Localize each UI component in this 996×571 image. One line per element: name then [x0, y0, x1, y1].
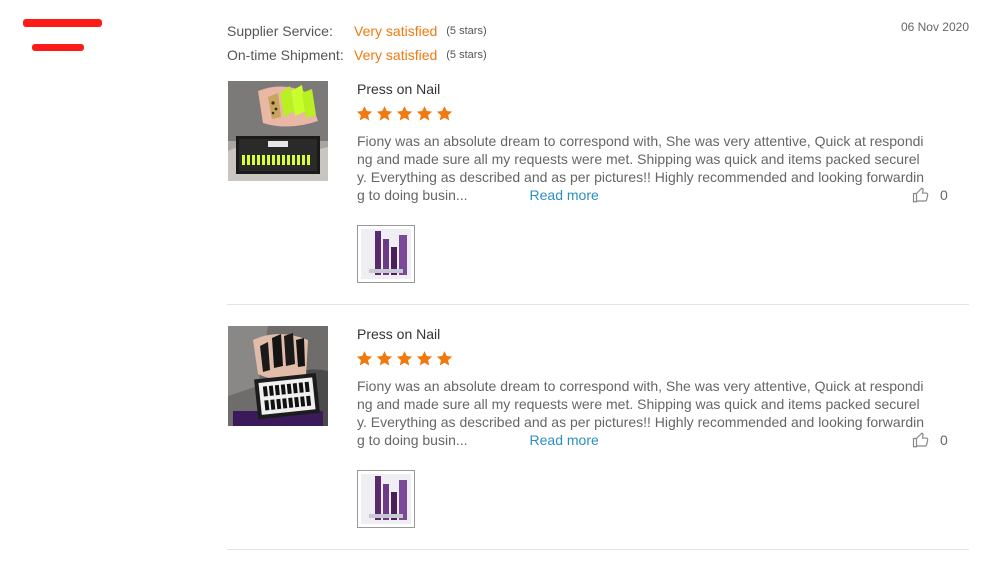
- rating-stars-text: (5 stars): [446, 49, 487, 61]
- rating-label: On-time Shipment:: [227, 47, 344, 63]
- attachment-photo-icon[interactable]: [357, 225, 415, 283]
- rating-label: Supplier Service:: [227, 23, 333, 39]
- review-text-line: Fiony was an absolute dream to correspon…: [357, 378, 924, 394]
- star-icon: [396, 106, 413, 121]
- read-more-link[interactable]: Read more: [530, 432, 599, 448]
- review-text-line: ng and made sure all my requests were me…: [357, 151, 920, 167]
- read-more-link[interactable]: Read more: [530, 187, 599, 203]
- helpful-button[interactable]: 0: [912, 431, 948, 449]
- star-icon: [436, 106, 453, 121]
- star-icon: [396, 351, 413, 366]
- rating-stars-text: (5 stars): [446, 25, 487, 37]
- seller-ratings: Supplier Service: Very satisfied (5 star…: [227, 19, 487, 67]
- rating-value: Very satisfied: [354, 47, 438, 63]
- star-icon: [376, 351, 393, 366]
- review-item: Press on Nail Fiony was an absolute drea…: [227, 81, 969, 326]
- helpful-count: 0: [940, 187, 948, 203]
- product-title[interactable]: Press on Nail: [357, 326, 440, 342]
- star-icon: [376, 106, 393, 121]
- review-text: Fiony was an absolute dream to correspon…: [357, 132, 925, 204]
- review-text-line: y. Everything as described and as per pi…: [357, 169, 925, 185]
- review-text-line: g to doing busin...: [357, 187, 468, 203]
- helpful-button[interactable]: 0: [912, 186, 948, 204]
- star-icon: [436, 351, 453, 366]
- review-text-line: ng and made sure all my requests were me…: [357, 396, 920, 412]
- thumbs-up-icon: [912, 432, 929, 448]
- thumbs-up-icon: [912, 187, 929, 203]
- redaction-mark-2: [32, 44, 84, 51]
- nail-product-photo-neon-icon[interactable]: [228, 81, 328, 181]
- helpful-count: 0: [940, 432, 948, 448]
- review-item: Press on Nail Fiony was an absolute drea…: [227, 326, 969, 571]
- redaction-mark-1: [23, 19, 102, 27]
- review-text-line: g to doing busin...: [357, 432, 468, 448]
- attachment-photo-icon[interactable]: [357, 470, 415, 528]
- review-star-rating: [356, 350, 453, 367]
- review-star-rating: [356, 105, 453, 122]
- nail-product-photo-black-icon[interactable]: [228, 326, 328, 426]
- review-divider: [227, 304, 969, 305]
- product-title[interactable]: Press on Nail: [357, 81, 440, 97]
- review-text-line: Fiony was an absolute dream to correspon…: [357, 133, 924, 149]
- rating-row-on-time-shipment: On-time Shipment: Very satisfied (5 star…: [227, 43, 487, 67]
- star-icon: [356, 106, 373, 121]
- rating-value: Very satisfied: [354, 23, 438, 39]
- review-text-line: y. Everything as described and as per pi…: [357, 414, 925, 430]
- review-date: 06 Nov 2020: [900, 20, 969, 34]
- review-text: Fiony was an absolute dream to correspon…: [357, 377, 925, 449]
- star-icon: [416, 351, 433, 366]
- star-icon: [416, 106, 433, 121]
- rating-row-supplier-service: Supplier Service: Very satisfied (5 star…: [227, 19, 487, 43]
- star-icon: [356, 351, 373, 366]
